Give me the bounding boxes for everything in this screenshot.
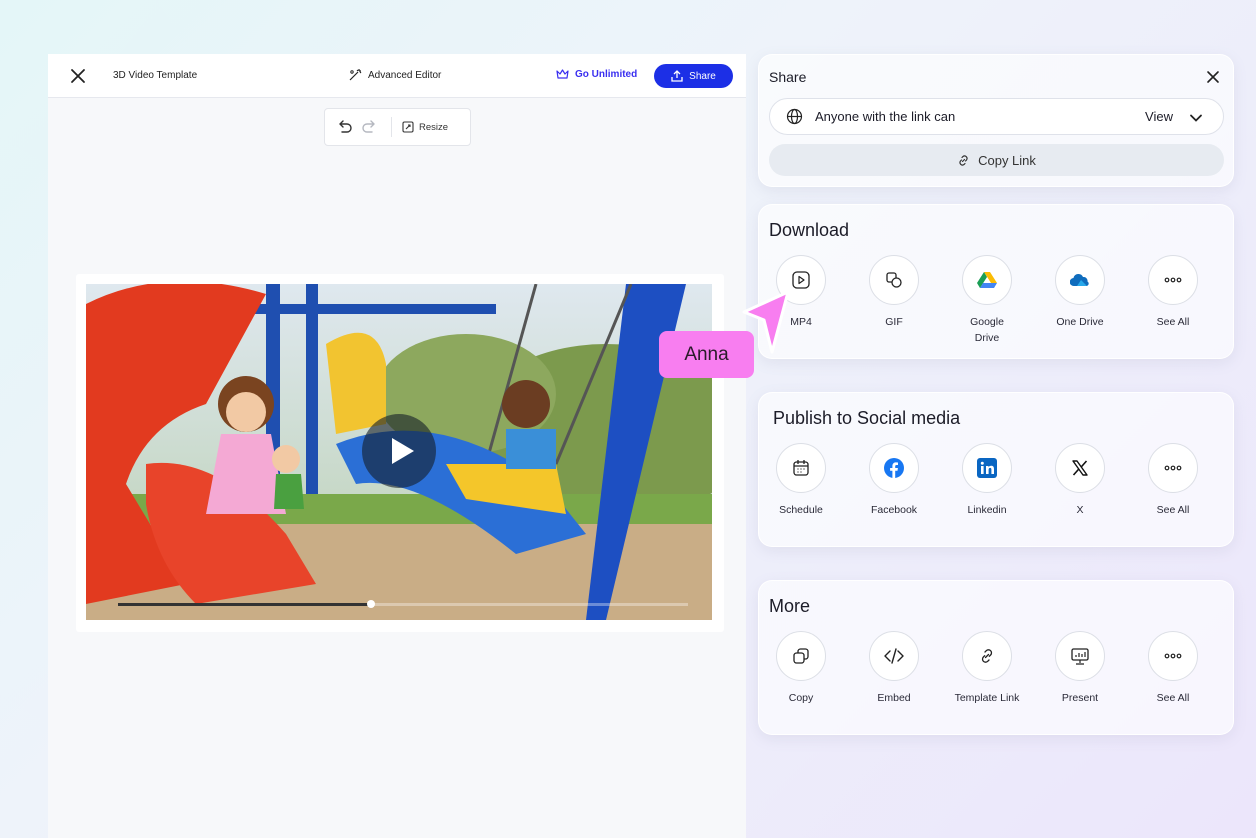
video-progress-track[interactable] — [372, 603, 688, 606]
go-unlimited-label: Go Unlimited — [575, 68, 638, 80]
more-copy-label: Copy — [788, 692, 814, 704]
video-preview[interactable] — [86, 284, 712, 620]
social-x[interactable]: X — [1055, 443, 1105, 518]
more-icon — [1164, 465, 1182, 471]
editor-topbar: 3D Video Template Advanced Editor Go Unl… — [48, 54, 746, 98]
magic-wand-icon — [349, 69, 362, 81]
share-label: Share — [689, 70, 716, 82]
edit-toolbar: Resize — [324, 108, 471, 146]
download-onedrive-label: One Drive — [1056, 316, 1104, 328]
social-facebook[interactable]: Facebook — [869, 443, 919, 518]
download-see-all-label: See All — [1156, 316, 1190, 328]
more-card: More Copy Embed Template Link Present Se… — [758, 580, 1234, 735]
more-present[interactable]: Present — [1055, 631, 1105, 706]
download-gif[interactable]: GIF — [869, 255, 919, 346]
collaborator-name-tag: Anna — [659, 331, 754, 378]
video-frame — [76, 274, 724, 632]
more-template-link[interactable]: Template Link — [955, 631, 1019, 706]
share-card: Share Anyone with the link can View Copy… — [758, 54, 1234, 187]
resize-label: Resize — [419, 121, 449, 133]
go-unlimited-button[interactable]: Go Unlimited — [556, 68, 637, 80]
more-title: More — [769, 596, 811, 616]
undo-icon[interactable] — [335, 118, 353, 136]
linkedin-icon — [977, 458, 997, 478]
link-permission-select[interactable]: Anyone with the link can View — [769, 98, 1224, 135]
video-progress-handle[interactable] — [367, 600, 375, 608]
social-schedule-label: Schedule — [779, 504, 823, 516]
copy-link-button[interactable]: Copy Link — [769, 144, 1224, 176]
more-embed[interactable]: Embed — [869, 631, 919, 706]
download-see-all[interactable]: See All — [1148, 255, 1198, 346]
crown-icon — [556, 69, 569, 79]
social-linkedin[interactable]: Linkedin — [962, 443, 1012, 518]
close-icon[interactable] — [68, 66, 88, 86]
gif-icon — [886, 272, 902, 288]
more-options: Copy Embed Template Link Present See All — [776, 631, 1198, 706]
more-see-all[interactable]: See All — [1148, 631, 1198, 706]
social-schedule[interactable]: Schedule — [776, 443, 826, 518]
advanced-editor-button[interactable]: Advanced Editor — [348, 68, 441, 82]
calendar-icon — [793, 460, 809, 476]
copy-link-label: Copy Link — [978, 152, 1036, 168]
permission-text: Anyone with the link can — [815, 109, 956, 124]
resize-icon — [402, 121, 414, 133]
code-icon — [884, 648, 904, 664]
more-see-all-label: See All — [1156, 692, 1190, 704]
close-share-icon[interactable] — [1205, 69, 1221, 85]
globe-icon — [786, 108, 803, 125]
x-icon — [1072, 460, 1088, 476]
social-options: Schedule Facebook Linkedin X See All — [776, 443, 1198, 518]
permission-value: View — [1145, 109, 1173, 124]
more-present-label: Present — [1061, 692, 1099, 704]
download-google-drive-label: Google Drive — [970, 316, 1004, 344]
download-card: Download MP4 GIF Google Drive One Drive … — [758, 204, 1234, 359]
more-copy[interactable]: Copy — [776, 631, 826, 706]
link-icon — [959, 154, 968, 166]
download-google-drive[interactable]: Google Drive — [962, 255, 1012, 346]
more-icon — [1164, 277, 1182, 283]
more-icon — [1164, 653, 1182, 659]
editor-pane: 3D Video Template Advanced Editor Go Unl… — [48, 54, 746, 838]
share-button[interactable]: Share — [654, 64, 733, 88]
video-play-icon — [792, 271, 810, 289]
social-card: Publish to Social media Schedule Faceboo… — [758, 392, 1234, 547]
advanced-editor-label: Advanced Editor — [368, 69, 442, 81]
more-template-link-label: Template Link — [954, 692, 1020, 704]
resize-button[interactable]: Resize — [402, 121, 448, 133]
copy-icon — [793, 648, 809, 664]
download-gif-label: GIF — [885, 316, 903, 328]
play-icon — [392, 438, 414, 464]
social-see-all-label: See All — [1156, 504, 1190, 516]
presentation-icon — [1071, 648, 1089, 665]
play-button[interactable] — [362, 414, 436, 488]
chevron-down-icon — [1190, 114, 1202, 122]
toolbar-divider — [391, 117, 392, 137]
redo-icon[interactable] — [361, 118, 379, 136]
upload-icon — [671, 70, 683, 82]
social-see-all[interactable]: See All — [1148, 443, 1198, 518]
document-title: 3D Video Template — [113, 70, 198, 81]
social-facebook-label: Facebook — [870, 504, 918, 516]
download-options: MP4 GIF Google Drive One Drive See All — [776, 255, 1198, 346]
social-x-label: X — [1076, 504, 1084, 516]
google-drive-icon — [977, 272, 997, 288]
download-title: Download — [769, 220, 850, 240]
onedrive-icon — [1070, 273, 1089, 287]
social-title: Publish to Social media — [773, 408, 961, 428]
link-icon — [981, 649, 993, 663]
facebook-icon — [884, 458, 904, 478]
share-card-title: Share — [769, 69, 807, 85]
social-linkedin-label: Linkedin — [967, 504, 1007, 516]
more-embed-label: Embed — [877, 692, 911, 704]
download-onedrive[interactable]: One Drive — [1055, 255, 1105, 346]
